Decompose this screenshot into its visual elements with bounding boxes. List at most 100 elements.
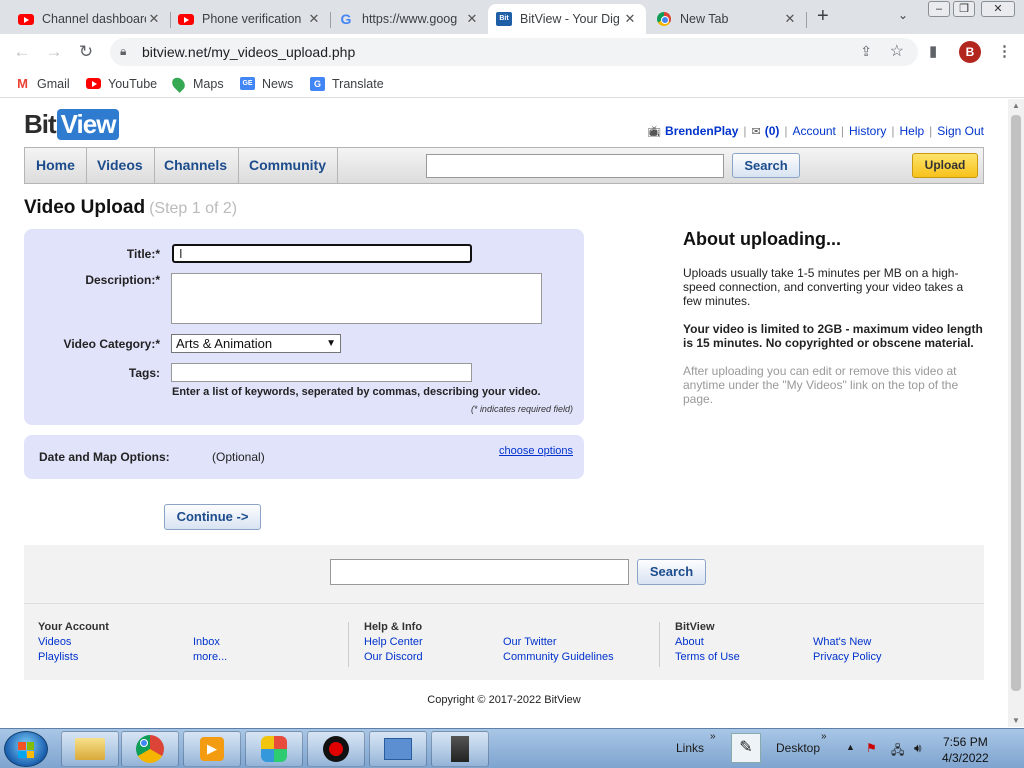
footer-terms-link[interactable]: Terms of Use	[675, 651, 740, 663]
close-icon[interactable]: ✕	[146, 11, 162, 27]
reload-icon[interactable]: ↻	[76, 42, 96, 62]
taskbar-server[interactable]	[431, 731, 489, 767]
taskbar-app[interactable]	[245, 731, 303, 767]
url-text[interactable]: bitview.net/my_videos_upload.php	[142, 44, 355, 60]
system-clock[interactable]: 7:56 PM 4/3/2022	[942, 734, 989, 766]
tab-title: New Tab	[680, 12, 729, 26]
title-input[interactable]: I	[172, 244, 472, 263]
tab-channel-dashboard[interactable]: Channel dashboard ✕	[10, 4, 170, 34]
scroll-down-icon[interactable]: ▼	[1012, 716, 1020, 725]
chevron-double-icon[interactable]: »	[710, 731, 716, 742]
bookmark-maps[interactable]: Maps	[169, 74, 224, 93]
footer-about-link[interactable]: About	[675, 636, 704, 648]
tab-bitview[interactable]: Bit BitView - Your Dig ✕	[488, 4, 646, 34]
help-link[interactable]: Help	[899, 124, 924, 138]
volume-icon[interactable]: 🔊︎	[914, 741, 922, 756]
footer-help-info-2: Our Twitter Community Guidelines	[503, 620, 614, 665]
links-toolbar[interactable]: Links	[676, 741, 704, 755]
bookmark-star-icon[interactable]: ☆	[890, 41, 904, 61]
back-arrow-icon[interactable]: ←	[12, 42, 32, 62]
sign-out-link[interactable]: Sign Out	[937, 124, 984, 138]
footer-inbox-link[interactable]: Inbox	[193, 636, 220, 648]
minimize-window-button[interactable]: –	[928, 1, 950, 17]
bookmark-news[interactable]: GE News	[240, 76, 293, 91]
account-link[interactable]: Account	[793, 124, 836, 138]
category-select[interactable]: Arts & Animation ▼	[171, 334, 341, 353]
tab-new-tab[interactable]: New Tab ✕	[648, 4, 806, 34]
side-panel-icon[interactable]: ▮	[929, 42, 937, 60]
close-icon[interactable]: ✕	[306, 11, 322, 27]
continue-button[interactable]: Continue ->	[164, 504, 261, 530]
windows-taskbar: ▶ Links » ✎ Desktop » ▲ ⚑ 🖧︎ 🔊︎ 7:56 PM …	[0, 728, 1024, 768]
youtube-icon	[178, 11, 194, 27]
choose-options-link[interactable]: choose options	[499, 445, 573, 457]
title-label: Title:*	[126, 247, 160, 261]
date-map-options-box: Date and Map Options: (Optional) choose …	[24, 435, 584, 479]
footer-search-button[interactable]: Search	[637, 559, 706, 585]
tab-search-chevron-icon[interactable]: ⌄	[898, 8, 908, 22]
taskbar-media-player[interactable]: ▶	[183, 731, 241, 767]
bookmark-gmail[interactable]: M Gmail	[15, 76, 70, 91]
scrollbar-thumb[interactable]	[1011, 115, 1021, 691]
taskbar-control-panel[interactable]	[369, 731, 427, 767]
close-icon[interactable]: ✕	[782, 11, 798, 27]
taskbar-recorder[interactable]	[307, 731, 365, 767]
bookmark-translate[interactable]: G Translate	[310, 76, 384, 91]
lock-icon[interactable]: 🔒︎	[120, 44, 126, 59]
footer-bitview-2: What's New Privacy Policy	[813, 620, 881, 665]
tab-google[interactable]: G https://www.goog ✕	[330, 4, 488, 34]
address-bar[interactable]: 🔒︎ bitview.net/my_videos_upload.php ⇪ ☆	[110, 38, 918, 66]
nav-videos[interactable]: Videos	[86, 148, 155, 183]
upload-button[interactable]: Upload	[912, 153, 978, 178]
header-search-input[interactable]	[426, 154, 724, 178]
signature-icon[interactable]: ✎	[731, 733, 761, 763]
header-search-button[interactable]: Search	[732, 153, 800, 178]
footer-guidelines-link[interactable]: Community Guidelines	[503, 651, 614, 663]
inbox-count-link[interactable]: (0)	[765, 124, 780, 138]
nav-channels[interactable]: Channels	[153, 148, 240, 183]
desktop-toolbar[interactable]: Desktop	[776, 741, 820, 755]
chevron-double-icon[interactable]: »	[821, 731, 827, 742]
description-textarea[interactable]	[171, 273, 542, 324]
share-icon[interactable]: ⇪	[860, 43, 872, 60]
page-scrollbar[interactable]: ▲ ▼	[1008, 99, 1024, 727]
username-link[interactable]: BrendenPlay	[665, 124, 738, 138]
profile-avatar[interactable]: B	[959, 41, 981, 63]
close-window-button[interactable]: ✕	[981, 1, 1015, 17]
nav-home[interactable]: Home	[25, 148, 87, 183]
mail-icon[interactable]: ✉	[752, 125, 761, 138]
restore-window-button[interactable]: ❐	[953, 1, 975, 17]
footer-whats-new-link[interactable]: What's New	[813, 636, 871, 648]
action-center-icon[interactable]: ⚑	[866, 741, 877, 755]
footer-help-center-link[interactable]: Help Center	[364, 636, 423, 648]
footer-playlists-link[interactable]: Playlists	[38, 651, 78, 663]
bookmark-label: News	[262, 76, 294, 91]
close-icon[interactable]: ✕	[464, 11, 480, 27]
tags-input[interactable]	[171, 363, 472, 382]
footer-discord-link[interactable]: Our Discord	[364, 651, 423, 663]
gmail-icon: M	[17, 76, 28, 91]
network-icon[interactable]: 🖧︎	[891, 741, 904, 762]
forward-arrow-icon[interactable]: →	[44, 42, 64, 62]
new-tab-plus-icon[interactable]: +	[817, 5, 829, 28]
nav-community[interactable]: Community	[238, 148, 338, 183]
chrome-icon	[136, 735, 164, 763]
close-icon[interactable]: ✕	[622, 11, 638, 27]
history-link[interactable]: History	[849, 124, 886, 138]
menu-kebab-icon[interactable]: ⋮	[997, 42, 1012, 60]
tab-phone-verification[interactable]: Phone verification ✕	[170, 4, 330, 34]
taskbar-explorer[interactable]	[61, 731, 119, 767]
footer-twitter-link[interactable]: Our Twitter	[503, 636, 557, 648]
tray-expand-icon[interactable]: ▲	[846, 742, 855, 752]
footer-search-input[interactable]	[330, 559, 629, 585]
footer-videos-link[interactable]: Videos	[38, 636, 71, 648]
bookmark-youtube[interactable]: YouTube	[86, 76, 157, 91]
start-button[interactable]	[4, 731, 48, 767]
about-heading: About uploading...	[683, 229, 841, 249]
taskbar-chrome[interactable]	[121, 731, 179, 767]
footer-more-link[interactable]: more...	[193, 651, 227, 663]
tv-icon: 📺︎	[647, 125, 662, 138]
scroll-up-icon[interactable]: ▲	[1012, 101, 1020, 110]
footer-privacy-link[interactable]: Privacy Policy	[813, 651, 881, 663]
bitview-logo[interactable]: Bit View	[24, 107, 120, 141]
